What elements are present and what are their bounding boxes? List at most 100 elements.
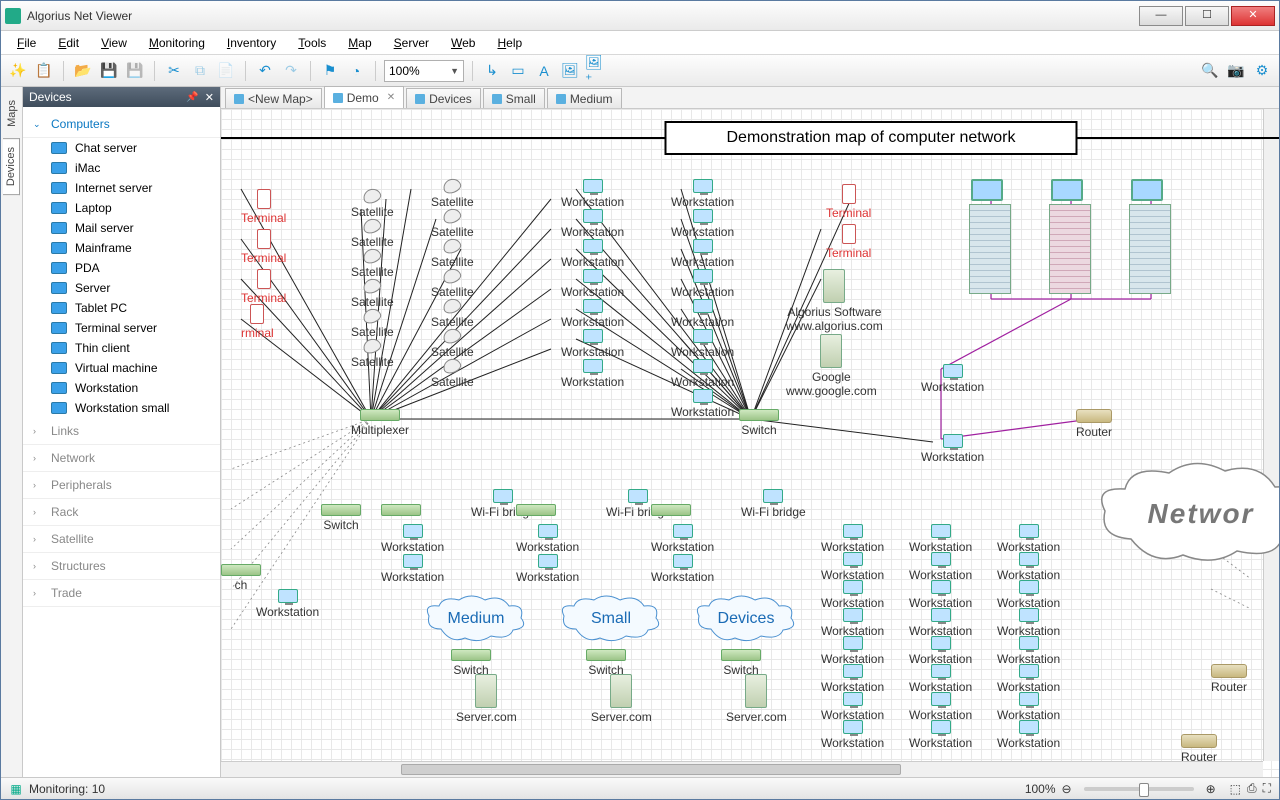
workstation-node[interactable]: Workstation <box>821 524 884 554</box>
group-network[interactable]: ›Network <box>23 445 220 472</box>
horizontal-scrollbar[interactable] <box>221 761 1263 777</box>
workstation-node[interactable]: Workstation <box>997 692 1060 722</box>
satellite-node[interactable]: Satellite <box>431 239 474 269</box>
vertical-scrollbar[interactable] <box>1263 109 1279 761</box>
workstation-node[interactable]: Workstation <box>381 554 444 584</box>
satellite-node[interactable]: Satellite <box>431 329 474 359</box>
fullscreen-icon[interactable]: ⛶ <box>1263 781 1271 796</box>
satellite-node[interactable]: Satellite <box>431 269 474 299</box>
terminal-node[interactable]: rminal <box>241 304 274 340</box>
workstation-node[interactable]: Workstation <box>561 179 624 209</box>
tab-close-icon[interactable]: ✕ <box>387 92 395 103</box>
device-item[interactable]: Server <box>23 278 220 298</box>
workstation-node[interactable]: Workstation <box>821 636 884 666</box>
switch-node[interactable] <box>651 504 691 516</box>
insert-image-icon[interactable]: 🖼⁺ <box>585 60 607 82</box>
cloud-link[interactable]: Medium <box>421 594 531 644</box>
workstation-node[interactable]: Workstation <box>909 664 972 694</box>
rack-node[interactable] <box>1129 204 1171 294</box>
undo-icon[interactable]: ↶ <box>254 60 276 82</box>
search-icon[interactable]: 🔍 <box>1199 60 1221 82</box>
monitor-node[interactable] <box>1131 179 1163 201</box>
workstation-node[interactable]: Workstation <box>997 664 1060 694</box>
workstation-node[interactable]: Workstation <box>821 664 884 694</box>
device-item[interactable]: Mainframe <box>23 238 220 258</box>
satellite-node[interactable]: Satellite <box>431 299 474 329</box>
server-node[interactable]: Server.com <box>456 674 517 724</box>
workstation-node[interactable]: Workstation <box>997 552 1060 582</box>
wizard-icon[interactable]: ✨ <box>7 60 29 82</box>
workstation-node[interactable]: Workstation <box>909 580 972 610</box>
image-tool-icon[interactable]: 🖼 <box>559 60 581 82</box>
redo-icon[interactable]: ↷ <box>280 60 302 82</box>
router-node[interactable]: Router <box>1076 409 1112 439</box>
device-item[interactable]: Chat server <box>23 138 220 158</box>
close-button[interactable]: ✕ <box>1231 6 1275 26</box>
server-node[interactable]: Algorius Softwarewww.algorius.com <box>786 269 883 333</box>
satellite-node[interactable]: Satellite <box>431 209 474 239</box>
workstation-node[interactable]: Workstation <box>821 552 884 582</box>
menu-server[interactable]: Server <box>384 33 439 53</box>
menu-inventory[interactable]: Inventory <box>217 33 286 53</box>
maximize-button[interactable]: ☐ <box>1185 6 1229 26</box>
workstation-node[interactable]: Workstation <box>671 179 734 209</box>
workstation-node[interactable]: Workstation <box>381 524 444 554</box>
satellite-node[interactable]: Satellite <box>431 359 474 389</box>
monitor-node[interactable] <box>1051 179 1083 201</box>
open-folder-icon[interactable]: 📂 <box>72 60 94 82</box>
device-item[interactable]: Virtual machine <box>23 358 220 378</box>
workstation-node[interactable]: Workstation <box>909 692 972 722</box>
device-item[interactable]: Workstation <box>23 378 220 398</box>
terminal-node[interactable]: Terminal <box>241 229 286 265</box>
map-canvas[interactable]: Demonstration map of computer network <box>221 109 1279 777</box>
zoom-slider[interactable] <box>1084 787 1194 791</box>
map-tab[interactable]: Medium <box>547 88 622 108</box>
workstation-node[interactable]: Workstation <box>909 636 972 666</box>
workstation-node[interactable]: Workstation <box>997 524 1060 554</box>
wifi-bridge-node[interactable]: Wi-Fi bridge <box>741 489 806 519</box>
workstation-node[interactable]: Workstation <box>921 364 984 394</box>
copy-icon[interactable]: ⧉ <box>189 60 211 82</box>
workstation-node[interactable]: Workstation <box>821 608 884 638</box>
switch-node[interactable]: ch <box>221 564 261 592</box>
group-structures[interactable]: ›Structures <box>23 553 220 580</box>
workstation-node[interactable]: Workstation <box>671 299 734 329</box>
workstation-node[interactable]: Workstation <box>909 720 972 750</box>
panel-close-icon[interactable]: ✕ <box>205 91 214 104</box>
workstation-node[interactable]: Workstation <box>561 239 624 269</box>
device-item[interactable]: PDA <box>23 258 220 278</box>
save-all-icon[interactable]: 💾 <box>124 60 146 82</box>
print-icon[interactable]: ⎙ <box>1247 781 1257 796</box>
satellite-node[interactable]: Satellite <box>351 309 394 339</box>
workstation-node[interactable]: Workstation <box>921 434 984 464</box>
cloud-link[interactable]: Small <box>556 594 666 644</box>
save-icon[interactable]: 💾 <box>98 60 120 82</box>
group-computers[interactable]: ⌄Computers <box>23 111 220 138</box>
device-item[interactable]: Tablet PC <box>23 298 220 318</box>
workstation-node[interactable]: Workstation <box>561 329 624 359</box>
map-tab[interactable]: Devices <box>406 88 481 108</box>
satellite-node[interactable]: Satellite <box>351 189 394 219</box>
workstation-node[interactable]: Workstation <box>909 552 972 582</box>
workstation-node[interactable]: Workstation <box>821 580 884 610</box>
router-node[interactable]: Router <box>1181 734 1217 764</box>
satellite-node[interactable]: Satellite <box>431 179 474 209</box>
workstation-node[interactable]: Workstation <box>821 692 884 722</box>
satellite-node[interactable]: Satellite <box>351 279 394 309</box>
switch-node[interactable] <box>516 504 556 516</box>
satellite-node[interactable]: Satellite <box>351 249 394 279</box>
settings-icon[interactable]: ⚙ <box>1251 60 1273 82</box>
switch-node[interactable]: Switch <box>321 504 361 532</box>
rack-node[interactable] <box>1049 204 1091 294</box>
device-item[interactable]: Workstation small <box>23 398 220 418</box>
switch-node[interactable]: Switch <box>451 649 491 677</box>
group-links[interactable]: ›Links <box>23 418 220 445</box>
menu-web[interactable]: Web <box>441 33 485 53</box>
menu-edit[interactable]: Edit <box>48 33 89 53</box>
menu-file[interactable]: File <box>7 33 46 53</box>
chart-icon[interactable]: ◔ <box>345 60 367 82</box>
network-cloud[interactable]: Networ <box>1091 459 1279 569</box>
router-node[interactable]: Router <box>1211 664 1247 694</box>
workstation-node[interactable]: Workstation <box>909 608 972 638</box>
workstation-node[interactable]: Workstation <box>561 209 624 239</box>
